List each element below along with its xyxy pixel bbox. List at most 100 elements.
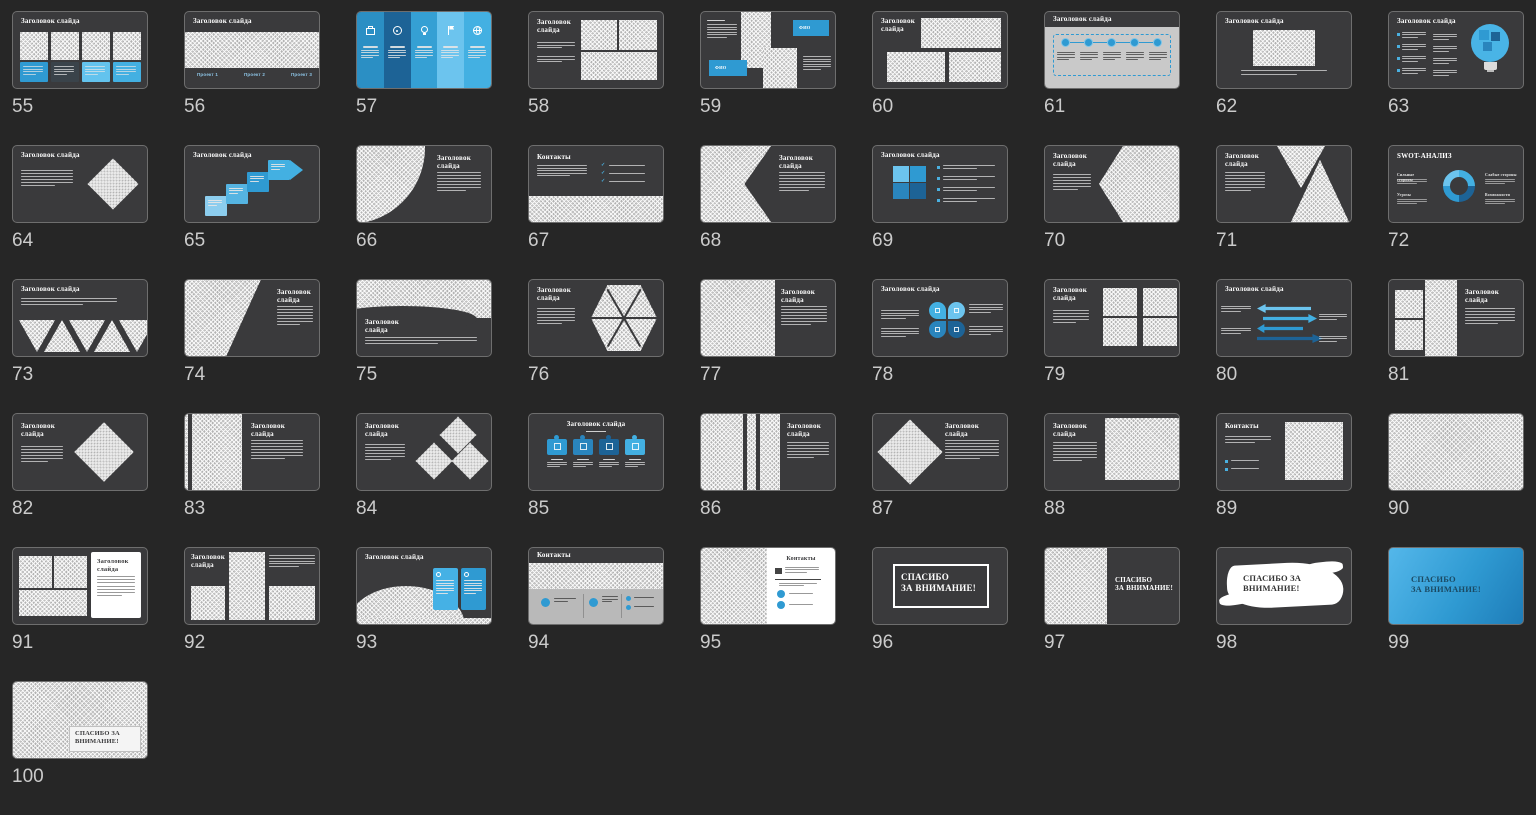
slide-cell: Заголовок слайда 79 [1044,279,1178,413]
slide-thumbnail-82[interactable]: Заголовок слайда [12,413,148,491]
slide-thumbnail-68[interactable]: Заголовок слайда [700,145,836,223]
text-line [1402,44,1426,45]
slide-thumbnail-89[interactable]: Контакты [1216,413,1352,491]
slide-thumbnail-61[interactable]: Заголовок слайда [1044,11,1180,89]
text-line [441,50,459,51]
text-line [1485,179,1515,180]
slide-thumbnail-85[interactable]: Заголовок слайда [528,413,664,491]
slide-thumbnail-65[interactable]: Заголовок слайда [184,145,320,223]
placeholder-image [113,32,141,60]
slide-thumbnail-83[interactable]: Заголовок слайда [184,413,320,491]
slide-thumbnail-100[interactable]: СПАСИБО ЗА ВНИМАНИЕ! [12,681,148,759]
text-line [537,314,575,315]
slide-number: 77 [700,364,834,386]
slide-thumbnail-84[interactable]: Заголовок слайда [356,413,492,491]
placeholder-image [747,414,756,490]
slide-cell: Заголовок слайда 68 [700,145,834,279]
slide-thumbnail-63[interactable]: Заголовок слайда [1388,11,1524,89]
slide-thumbnail-78[interactable]: Заголовок слайда [872,279,1008,357]
project-label: Проект 2 [244,72,265,77]
slide-thumbnail-93[interactable]: Заголовок слайда [356,547,492,625]
slide-cell: СПАСИБО ЗА ВНИМАНИЕ! 98 [1216,547,1350,681]
slide-thumbnail-71[interactable]: Заголовок слайда [1216,145,1352,223]
slide-thumbnail-77[interactable]: Заголовок слайда [700,279,836,357]
text-line [1397,179,1427,180]
text-line [21,449,63,450]
slide-thumbnail-72[interactable]: SWOT-АНАЛИЗСильные стороныСлабые стороны… [1388,145,1524,223]
text-line [251,458,285,459]
slide-thumbnail-58[interactable]: Заголовок слайда [528,11,664,89]
slide-title: Заголовок слайда [21,285,137,293]
slide-thumbnail-73[interactable]: Заголовок слайда [12,279,148,357]
text-line [229,188,243,189]
text-line [943,176,995,177]
slide-thumbnail-91[interactable]: Заголовок слайда [12,547,148,625]
text-line [1053,322,1076,323]
slide-thumbnail-92[interactable]: Заголовок слайда [184,547,320,625]
building-icon [775,568,782,574]
slide-thumbnail-55[interactable]: Заголовок слайда [12,11,148,89]
text-line [1225,190,1251,191]
slide-number: 72 [1388,230,1522,252]
slide-cell: 57 [356,11,490,145]
slide-thumbnail-66[interactable]: Заголовок слайда [356,145,492,223]
slide-thumbnail-98[interactable]: СПАСИБО ЗА ВНИМАНИЕ! [1216,547,1352,625]
placeholder-image [581,20,617,50]
text-line [1221,333,1241,334]
slide-thumbnail-80[interactable]: Заголовок слайда [1216,279,1352,357]
slide-thumbnail-90[interactable] [1388,413,1524,491]
text-line [537,323,562,324]
slide-thumbnail-88[interactable]: Заголовок слайда [1044,413,1180,491]
slide-title: Контакты [1225,422,1281,430]
text-line [23,69,43,70]
slide-thumbnail-56[interactable]: Заголовок слайдаПроект 1Проект 2Проект 3 [184,11,320,89]
slide-title: Контакты [537,153,597,161]
slide-thumbnail-69[interactable]: Заголовок слайда [872,145,1008,223]
text-line [1221,328,1251,329]
text-line [1402,61,1418,62]
text-line [1465,308,1515,309]
slide-thumbnail-64[interactable]: Заголовок слайда [12,145,148,223]
petal-icon [935,308,940,313]
slide-thumbnail-59[interactable]: ФИОФИО [700,11,836,89]
slide-title: Заголовок слайда [537,18,579,35]
slide-thumbnail-94[interactable]: Контакты [528,547,664,625]
placeholder-image [701,146,771,222]
text-line [881,328,919,329]
slide-thumbnail-70[interactable]: Заголовок слайда [1044,145,1180,223]
text-line [881,310,919,311]
text-line [468,50,486,51]
slide-thumbnail-79[interactable]: Заголовок слайда [1044,279,1180,357]
slide-thumbnail-99[interactable]: СПАСИБО ЗА ВНИМАНИЕ! [1388,547,1524,625]
slide-thumbnail-87[interactable]: Заголовок слайда [872,413,1008,491]
slide-thumbnail-62[interactable]: Заголовок слайда [1216,11,1352,89]
placeholder-image [19,590,87,616]
slide-thumbnail-60[interactable]: Заголовок слайда [872,11,1008,89]
slide-thumbnail-95[interactable]: Контакты [700,547,836,625]
text-line [97,592,135,593]
slide-thumbnail-96[interactable]: СПАСИБО ЗА ВНИМАНИЕ! [872,547,1008,625]
text-line [277,318,313,319]
slide-thumbnail-97[interactable]: СПАСИБО ЗА ВНИМАНИЕ! [1044,547,1180,625]
slide-thumbnail-75[interactable]: Заголовок слайда [356,279,492,357]
text-line [1225,442,1255,443]
slide-thumbnail-86[interactable]: Заголовок слайда [700,413,836,491]
slide-number: 62 [1216,96,1350,118]
slide-thumbnail-74[interactable]: Заголовок слайда [184,279,320,357]
slide-thumbnail-67[interactable]: Контакты✓✓✓ [528,145,664,223]
slide-cell: Заголовок слайда 80 [1216,279,1350,413]
placeholder-image [760,414,780,490]
slide-thumbnail-81[interactable]: Заголовок слайда [1388,279,1524,357]
slide-title: Заголовок слайда [21,422,65,439]
text-line [547,466,560,467]
text-line [269,566,299,567]
slide-thumbnail-76[interactable]: Заголовок слайда [528,279,664,357]
slide-thumbnail-57[interactable] [356,11,492,89]
text-line [277,309,313,310]
text-line [1053,448,1097,449]
text-line [1433,51,1449,52]
placeholder-image [701,280,775,356]
text-line [881,336,906,337]
slide-number: 75 [356,364,490,386]
slide-title: Заголовок слайда [1225,285,1341,293]
